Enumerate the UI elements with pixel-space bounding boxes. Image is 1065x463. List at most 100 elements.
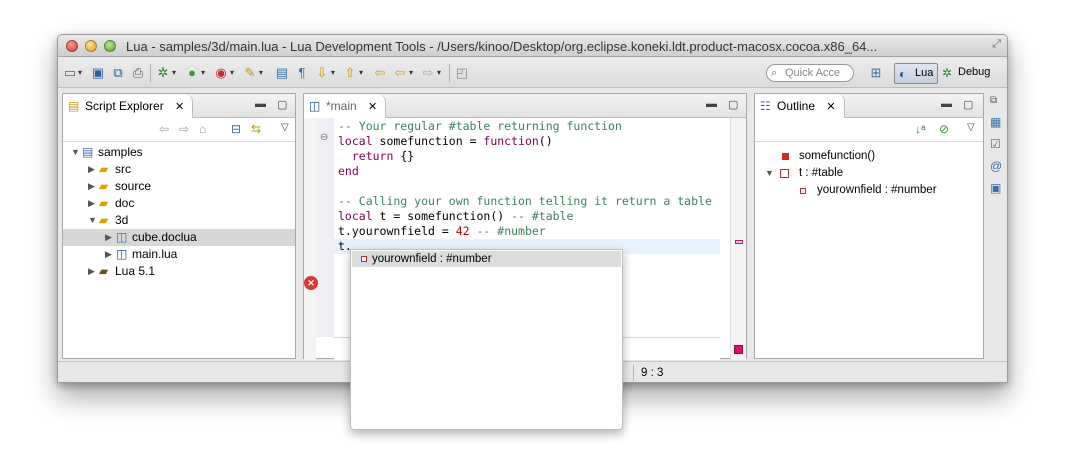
back-icon[interactable]: ⇦ bbox=[392, 65, 408, 81]
collapse-all-icon[interactable]: ⊟ bbox=[231, 122, 241, 136]
debug-icon[interactable]: ✲ bbox=[155, 65, 171, 81]
chevron-down-icon[interactable]: ▼ bbox=[765, 165, 774, 182]
editor-tabbar: ◫ *main ✕ ▬ ▢ bbox=[304, 94, 746, 118]
new-wizard-icon[interactable]: ▭ bbox=[62, 65, 78, 81]
previous-annotation-icon[interactable]: ⇧ bbox=[342, 65, 358, 81]
console-view-icon[interactable]: ▣ bbox=[990, 181, 1001, 195]
close-icon[interactable]: ✕ bbox=[826, 101, 835, 113]
tab-main-lua[interactable]: ◫ *main ✕ bbox=[304, 94, 387, 118]
new-wizard-dropdown-icon[interactable]: ▾ bbox=[78, 68, 82, 77]
outline-item[interactable]: somefunction() bbox=[755, 148, 983, 165]
tab-script-explorer[interactable]: ▤ Script Explorer ✕ bbox=[63, 94, 194, 118]
tree-item-src[interactable]: ▶ ▰ src bbox=[63, 161, 295, 178]
tasks-view-icon[interactable]: ☑ bbox=[990, 137, 1001, 151]
sort-icon[interactable]: ↓ᵃ bbox=[915, 122, 925, 136]
fullscreen-icon[interactable]: ⤢ bbox=[992, 38, 1001, 51]
code-line[interactable] bbox=[334, 179, 720, 194]
project-icon: ▤ bbox=[82, 145, 94, 159]
show-whitespace-icon[interactable]: ¶ bbox=[294, 65, 310, 81]
save-all-icon[interactable]: ⧉ bbox=[110, 65, 126, 81]
function-icon bbox=[782, 153, 789, 160]
minimize-window-button[interactable] bbox=[85, 40, 97, 52]
external-tools-dropdown-icon[interactable]: ▾ bbox=[230, 68, 234, 77]
run-dropdown-icon[interactable]: ▾ bbox=[201, 68, 205, 77]
tree-item-3d[interactable]: ▼ ▰ 3d bbox=[63, 212, 295, 229]
external-tools-icon[interactable]: ◉ bbox=[213, 65, 229, 81]
wand-icon[interactable]: ✎ bbox=[242, 65, 258, 81]
code-line[interactable]: end bbox=[334, 164, 720, 179]
code-line[interactable]: return {} bbox=[334, 149, 720, 164]
tree-item-source[interactable]: ▶ ▰ source bbox=[63, 178, 295, 195]
chevron-right-icon[interactable]: ▶ bbox=[88, 195, 95, 212]
run-icon[interactable]: ● bbox=[184, 65, 200, 81]
debug-perspective-button[interactable]: ✲ Debug bbox=[938, 63, 994, 84]
view-menu-icon[interactable]: ▽ bbox=[967, 122, 975, 133]
open-perspective-icon[interactable]: ⊞ bbox=[868, 65, 884, 81]
quick-access-field[interactable]: ⌕ Quick Acce bbox=[766, 64, 854, 82]
back-dropdown-icon[interactable]: ▾ bbox=[409, 68, 413, 77]
tree-item-doc[interactable]: ▶ ▰ doc bbox=[63, 195, 295, 212]
chevron-down-icon[interactable]: ▼ bbox=[71, 144, 80, 161]
tree-item-samples[interactable]: ▼ ▤ samples bbox=[63, 144, 295, 161]
close-window-button[interactable] bbox=[66, 40, 78, 52]
next-annotation-dropdown-icon[interactable]: ▾ bbox=[331, 68, 335, 77]
save-icon[interactable]: ▣ bbox=[90, 65, 106, 81]
back-icon[interactable]: ⇦ bbox=[159, 122, 169, 136]
chevron-right-icon[interactable]: ▶ bbox=[105, 246, 112, 263]
folding-ruler[interactable] bbox=[316, 118, 334, 337]
print-icon[interactable]: ⎙ bbox=[130, 65, 146, 81]
forward-icon[interactable]: ⇨ bbox=[420, 65, 436, 81]
close-icon[interactable]: ✕ bbox=[175, 101, 184, 113]
view-menu-icon[interactable]: ▽ bbox=[281, 122, 289, 133]
outline-item[interactable]: ▼ t : #table bbox=[755, 165, 983, 182]
next-annotation-icon[interactable]: ⇩ bbox=[314, 65, 330, 81]
at-sign-icon[interactable]: @ bbox=[990, 159, 1002, 173]
pin-editor-icon[interactable]: ◰ bbox=[454, 65, 470, 81]
minimize-view-icon[interactable]: ▬ bbox=[706, 98, 717, 110]
close-icon[interactable]: ✕ bbox=[368, 101, 377, 113]
tab-outline[interactable]: ☷ Outline ✕ bbox=[755, 94, 845, 118]
code-line[interactable]: -- Your regular #table returning functio… bbox=[334, 119, 720, 134]
up-icon[interactable]: ⌂ bbox=[199, 122, 206, 136]
outline-icon: ☷ bbox=[760, 99, 771, 113]
outline-item[interactable]: yourownfield : #number bbox=[755, 182, 983, 199]
minimize-view-icon[interactable]: ▬ bbox=[941, 98, 952, 110]
code-line[interactable]: -- Calling your own function telling it … bbox=[334, 194, 720, 209]
annotation-ruler[interactable] bbox=[304, 118, 316, 360]
maximize-view-icon[interactable]: ▢ bbox=[963, 98, 973, 111]
maximize-view-icon[interactable]: ▢ bbox=[277, 98, 287, 111]
chevron-right-icon[interactable]: ▶ bbox=[88, 161, 95, 178]
hide-fields-icon[interactable]: ⊘ bbox=[939, 122, 949, 136]
completion-item[interactable]: yourownfield : #number bbox=[352, 251, 621, 267]
debug-dropdown-icon[interactable]: ▾ bbox=[172, 68, 176, 77]
previous-annotation-dropdown-icon[interactable]: ▾ bbox=[359, 68, 363, 77]
tree-item-cube-doclua[interactable]: ▶ ◫ cube.doclua bbox=[63, 229, 295, 246]
error-icon[interactable]: ✕ bbox=[304, 276, 318, 290]
fold-collapse-icon[interactable]: ⊖ bbox=[320, 132, 328, 143]
chevron-down-icon[interactable]: ▼ bbox=[88, 212, 97, 229]
code-line[interactable]: t.yourownfield = 42 -- #number bbox=[334, 224, 720, 239]
chevron-right-icon[interactable]: ▶ bbox=[88, 178, 95, 195]
last-edit-location-icon[interactable]: ⇦ bbox=[372, 65, 388, 81]
code-line[interactable]: local somefunction = function() bbox=[334, 134, 720, 149]
chevron-right-icon[interactable]: ▶ bbox=[105, 229, 112, 246]
chevron-right-icon[interactable]: ▶ bbox=[88, 263, 95, 280]
error-summary-icon[interactable] bbox=[734, 345, 743, 354]
restore-icon[interactable]: ⧉ bbox=[990, 95, 997, 106]
error-overview-mark[interactable] bbox=[735, 240, 743, 244]
problems-view-icon[interactable]: ▦ bbox=[990, 115, 1001, 129]
wand-dropdown-icon[interactable]: ▾ bbox=[259, 68, 263, 77]
code-line[interactable]: local t = somefunction() -- #table bbox=[334, 209, 720, 224]
toggle-block-icon[interactable]: ▤ bbox=[274, 65, 290, 81]
maximize-view-icon[interactable]: ▢ bbox=[728, 98, 738, 111]
tree-item-lua-5-1[interactable]: ▶ ▰ Lua 5.1 bbox=[63, 263, 295, 280]
forward-icon[interactable]: ⇨ bbox=[179, 122, 189, 136]
tree-item-main-lua[interactable]: ▶ ◫ main.lua bbox=[63, 246, 295, 263]
link-with-editor-icon[interactable]: ⇆ bbox=[251, 122, 261, 136]
overview-ruler[interactable] bbox=[730, 118, 746, 360]
forward-dropdown-icon[interactable]: ▾ bbox=[437, 68, 441, 77]
code-area[interactable]: -- Your regular #table returning functio… bbox=[334, 119, 720, 254]
zoom-window-button[interactable] bbox=[104, 40, 116, 52]
lua-perspective-button[interactable]: ◐ Lua bbox=[894, 63, 939, 84]
minimize-view-icon[interactable]: ▬ bbox=[255, 98, 266, 110]
